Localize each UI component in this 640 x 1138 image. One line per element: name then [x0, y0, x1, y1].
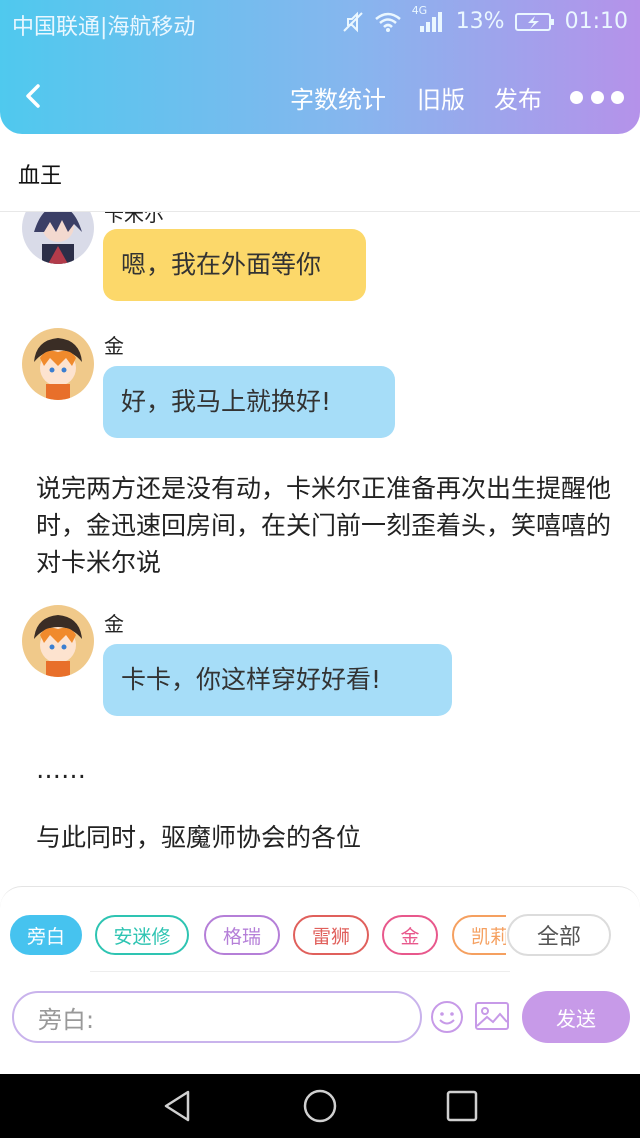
triangle-back-icon [164, 1090, 190, 1122]
publish-button[interactable]: 发布 [494, 80, 542, 115]
more-button[interactable] [570, 86, 624, 108]
character-chip-kaili[interactable]: 凯莉 [452, 915, 506, 955]
story-content[interactable]: 卡米尔 嗯，我在外面等你 金 好，我马上就换好! 说完两方还是没有动，卡米尔正准… [0, 212, 640, 886]
nav-bar: 字数统计 旧版 发布 [0, 70, 640, 124]
status-bar: 中国联通|海航移动 4G 13% 01:10 [0, 0, 640, 46]
chevron-left-icon [26, 84, 40, 108]
battery-charging-icon [514, 12, 554, 31]
more-dots-icon [570, 90, 583, 104]
emoji-button[interactable] [430, 1000, 464, 1034]
document-title[interactable]: 血王 [18, 158, 62, 190]
avatar-jin[interactable] [22, 328, 94, 400]
back-button[interactable] [18, 78, 50, 114]
narration-text[interactable]: …… [36, 751, 616, 788]
more-dots-icon [590, 90, 604, 104]
dialogue-bubble[interactable]: 好，我马上就换好! [103, 366, 395, 438]
clock: 01:10 [564, 9, 628, 34]
composer-panel: 旁白 安迷修 格瑞 雷狮 金 凯莉 全部 旁白: 发送 [0, 886, 640, 1074]
old-version-button[interactable]: 旧版 [417, 80, 465, 115]
wifi-icon [374, 12, 401, 32]
avatar-jin[interactable] [22, 605, 94, 677]
character-chip-gerui[interactable]: 格瑞 [204, 915, 280, 955]
more-dots-icon [611, 90, 624, 104]
character-chip-anmixiu[interactable]: 安迷修 [95, 915, 189, 955]
image-button[interactable] [474, 1000, 510, 1032]
system-nav-bar [0, 1074, 640, 1138]
text-input[interactable]: 旁白: [12, 991, 422, 1043]
avatar-kamier[interactable] [22, 212, 94, 264]
divider [90, 971, 510, 972]
mute-icon [342, 11, 363, 32]
network-type: 4G [411, 3, 428, 17]
battery-percent: 13% [455, 9, 505, 34]
status-icons: 4G 13% 01:10 [342, 4, 628, 34]
character-chip-leishi[interactable]: 雷狮 [293, 915, 369, 955]
square-recent-icon [446, 1090, 478, 1122]
speaker-name: 金 [104, 334, 124, 358]
word-count-button[interactable]: 字数统计 [290, 80, 386, 115]
smiley-icon [431, 1001, 463, 1033]
all-characters-button[interactable]: 全部 [507, 914, 611, 956]
image-icon [475, 1002, 509, 1030]
dialogue-bubble[interactable]: 嗯，我在外面等你 [103, 229, 366, 301]
speaker-name: 金 [104, 612, 124, 636]
system-recent-button[interactable] [444, 1088, 480, 1124]
input-placeholder: 旁白: [38, 1005, 95, 1034]
speaker-name: 卡米尔 [104, 212, 164, 226]
narration-text[interactable]: 说完两方还是没有动，卡米尔正准备再次出生提醒他时，金迅速回房间，在关门前一刻歪着… [36, 470, 616, 581]
title-bar: 血王 [0, 134, 640, 212]
character-chip-jin[interactable]: 金 [382, 915, 438, 955]
circle-home-icon [303, 1089, 337, 1123]
carrier-label: 中国联通|海航移动 [12, 15, 196, 40]
send-button[interactable]: 发送 [522, 991, 630, 1043]
narration-text[interactable]: 与此同时，驱魔师协会的各位 [36, 819, 616, 856]
header: 中国联通|海航移动 4G 13% 01:10 字数统计 旧版 发布 [0, 0, 640, 134]
character-chip-list[interactable]: 旁白 安迷修 格瑞 雷狮 金 凯莉 [10, 915, 506, 957]
system-home-button[interactable] [302, 1088, 338, 1124]
signal-icon: 4G [412, 4, 446, 34]
dialogue-bubble[interactable]: 卡卡，你这样穿好好看! [103, 644, 452, 716]
character-chip-narrator[interactable]: 旁白 [10, 915, 82, 955]
system-back-button[interactable] [160, 1088, 196, 1124]
